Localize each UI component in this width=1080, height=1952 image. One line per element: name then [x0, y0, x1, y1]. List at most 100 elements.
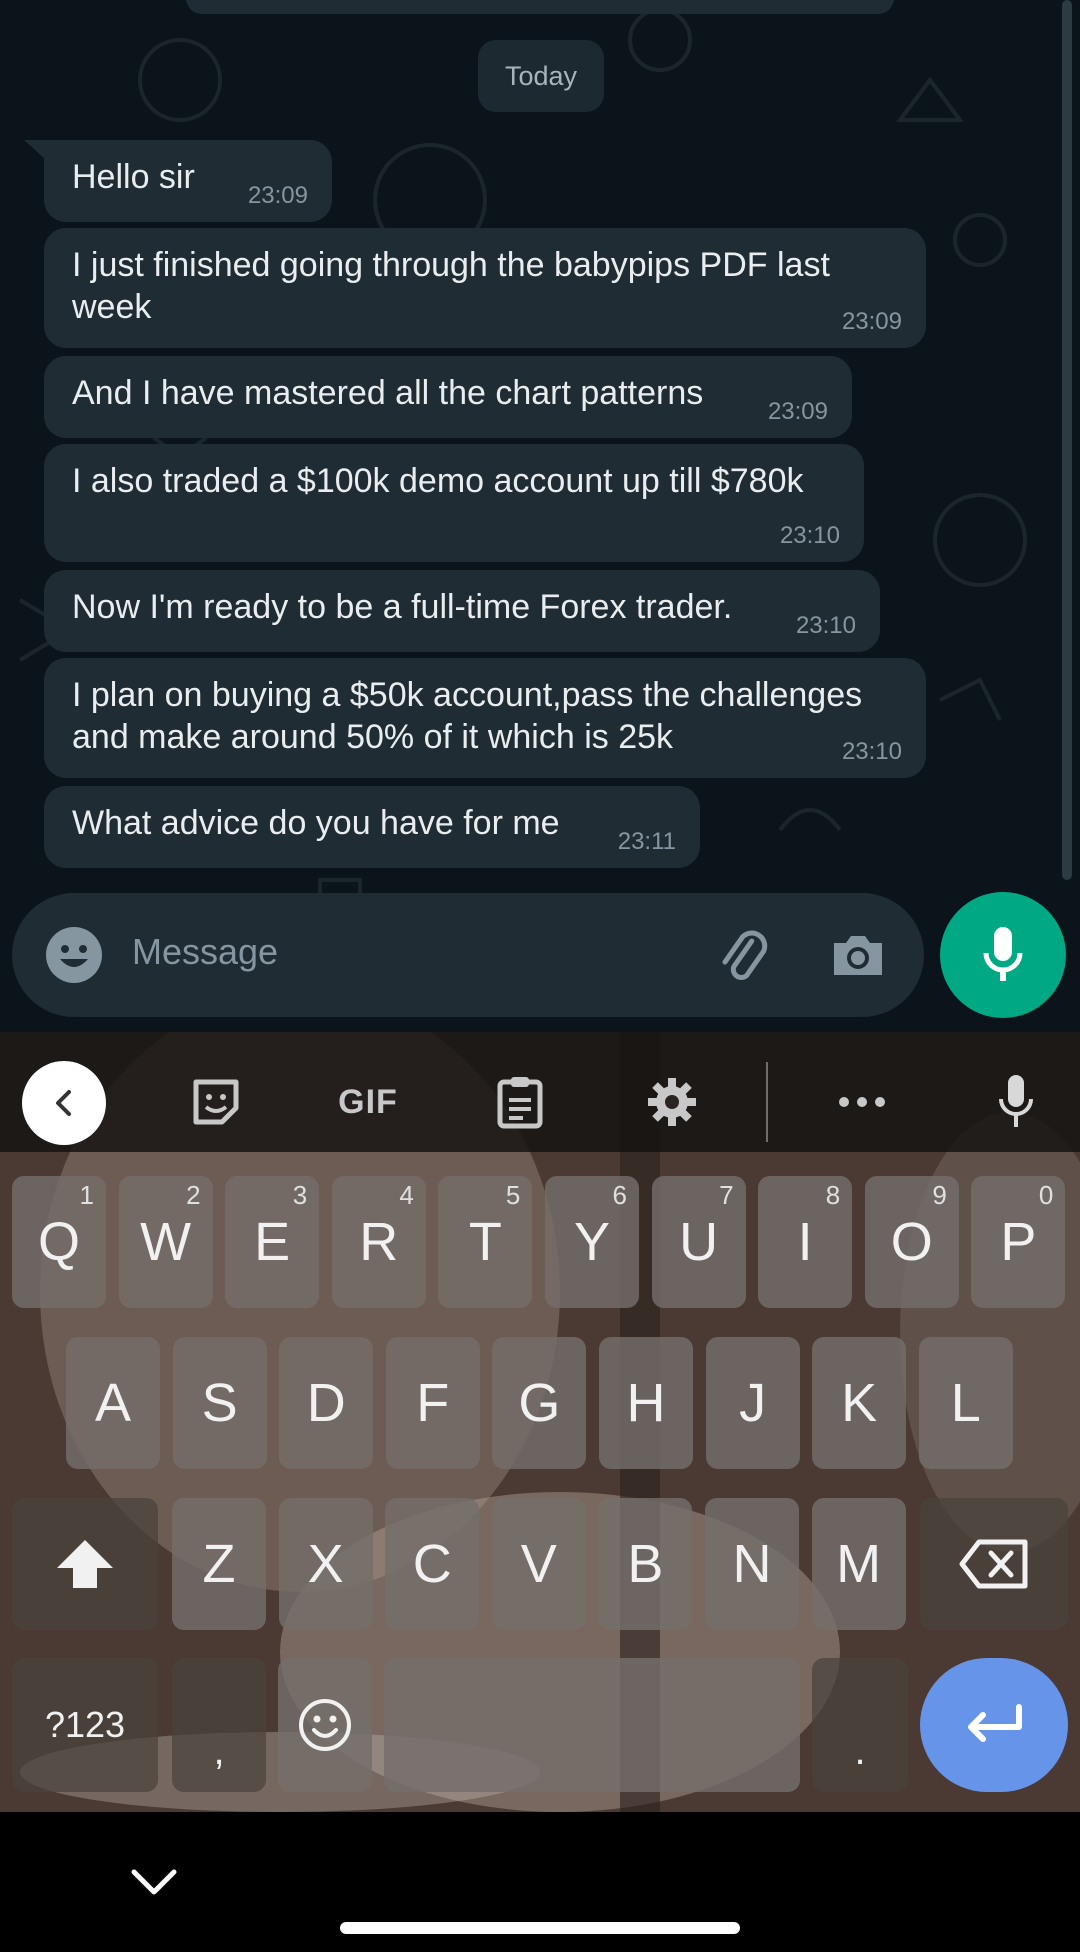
key-c[interactable]: C — [385, 1498, 480, 1630]
comma-key[interactable]: , — [172, 1658, 266, 1792]
smiley-icon[interactable] — [44, 925, 104, 985]
key-label: Y — [573, 1212, 611, 1272]
keyboard-toolbar: GIF — [0, 1032, 1080, 1152]
key-r[interactable]: R4 — [331, 1176, 426, 1308]
message-text: I also traded a $100k demo account up ti… — [72, 462, 804, 500]
clipboard-button[interactable] — [488, 1070, 552, 1134]
key-number-hint: 7 — [719, 1180, 734, 1210]
key-u[interactable]: U7 — [651, 1176, 746, 1308]
key-x[interactable]: X — [278, 1498, 373, 1630]
key-h[interactable]: H — [599, 1337, 693, 1469]
key-label: J — [739, 1373, 767, 1433]
backspace-icon — [959, 1539, 1028, 1589]
voice-typing-button[interactable] — [984, 1070, 1048, 1134]
key-b[interactable]: B — [598, 1498, 693, 1630]
key-number-hint: 8 — [825, 1180, 841, 1210]
key-a[interactable]: A — [66, 1337, 160, 1469]
message-input[interactable]: Message — [132, 931, 278, 973]
key-l[interactable]: L — [918, 1337, 1013, 1469]
shift-key[interactable] — [12, 1498, 158, 1630]
paperclip-icon[interactable] — [710, 923, 774, 987]
toolbar-divider — [766, 1062, 768, 1142]
shift-arrow-icon — [57, 1540, 113, 1588]
message-bubble[interactable]: I just finished going through the babypi… — [44, 228, 926, 348]
message-text: I plan on buying a $50k account,pass the… — [72, 676, 863, 756]
message-text: And I have mastered all the chart patter… — [72, 374, 704, 412]
key-label: U — [679, 1212, 719, 1272]
key-y[interactable]: Y6 — [545, 1176, 639, 1308]
message-time: 23:10 — [841, 738, 902, 765]
message-time: 23:11 — [617, 828, 676, 855]
key-m[interactable]: M — [811, 1498, 906, 1630]
key-label: A — [94, 1373, 132, 1433]
message-text: I just finished going through the babypi… — [72, 246, 830, 326]
message-bubble[interactable]: Now I'm ready to be a full-time Forex tr… — [44, 570, 880, 652]
key-w[interactable]: W2 — [118, 1176, 213, 1308]
key-label: E — [254, 1212, 291, 1272]
message-composer[interactable]: Message — [12, 893, 924, 1017]
key-label: W — [140, 1212, 192, 1272]
key-q[interactable]: Q1 — [12, 1176, 106, 1308]
message-bubble[interactable]: I plan on buying a $50k account,pass the… — [44, 658, 926, 778]
enter-key[interactable] — [920, 1658, 1068, 1792]
key-o[interactable]: O9 — [864, 1176, 959, 1308]
key-g[interactable]: G — [492, 1337, 587, 1469]
message-time: 23:09 — [247, 182, 308, 209]
message-time: 23:09 — [767, 398, 828, 425]
key-label: P — [1000, 1212, 1037, 1272]
sticker-icon — [193, 1079, 239, 1125]
key-label: G — [518, 1373, 561, 1433]
message-bubble[interactable]: I also traded a $100k demo account up ti… — [44, 444, 864, 562]
key-label: N — [732, 1534, 772, 1594]
message-time: 23:09 — [841, 308, 902, 335]
key-j[interactable]: J — [705, 1337, 800, 1469]
key-t[interactable]: T5 — [438, 1176, 533, 1308]
key-p[interactable]: P0 — [971, 1176, 1066, 1308]
key-k[interactable]: K — [812, 1337, 907, 1469]
key-number-hint: 2 — [186, 1180, 201, 1210]
home-gesture-bar[interactable] — [340, 1922, 740, 1934]
key-d[interactable]: D — [279, 1337, 374, 1469]
key-label: L — [950, 1373, 981, 1433]
camera-icon[interactable] — [828, 925, 888, 985]
key-n[interactable]: N — [705, 1498, 799, 1630]
symbols-key[interactable]: ?123 — [12, 1658, 158, 1792]
key-label: S — [201, 1373, 238, 1433]
period-key[interactable]: . — [812, 1658, 908, 1792]
chat-area: Today Hello sir 23:09 I just finished go… — [0, 0, 1080, 1032]
gif-button[interactable]: GIF — [330, 1070, 406, 1134]
key-number-hint: 5 — [505, 1180, 521, 1210]
message-time: 23:10 — [795, 612, 856, 639]
smiley-icon — [299, 1699, 351, 1751]
key-label: B — [627, 1534, 664, 1594]
settings-button[interactable] — [640, 1070, 704, 1134]
chevron-left-icon — [56, 1090, 71, 1116]
key-s[interactable]: S — [172, 1337, 267, 1469]
backspace-key[interactable] — [920, 1498, 1068, 1630]
gear-icon — [648, 1078, 696, 1126]
message-text: Now I'm ready to be a full-time Forex tr… — [72, 588, 733, 626]
toolbar-back-button[interactable] — [22, 1061, 106, 1145]
sticker-button[interactable] — [184, 1070, 248, 1134]
previous-message-bubble[interactable] — [186, 0, 894, 14]
key-label: M — [836, 1534, 882, 1594]
message-bubble[interactable]: And I have mastered all the chart patter… — [44, 356, 852, 438]
more-button[interactable] — [830, 1070, 894, 1134]
message-bubble[interactable]: What advice do you have for me 23:11 — [44, 786, 700, 868]
key-e[interactable]: E3 — [225, 1176, 320, 1308]
spacebar-key[interactable] — [384, 1658, 800, 1792]
emoji-key[interactable] — [278, 1658, 372, 1792]
key-f[interactable]: F — [385, 1337, 480, 1469]
key-z[interactable]: Z — [172, 1498, 266, 1630]
chat-scrollbar[interactable] — [1062, 0, 1072, 880]
key-label: R — [359, 1212, 399, 1272]
key-label: D — [306, 1373, 346, 1433]
chevron-down-icon[interactable] — [118, 1854, 190, 1910]
key-label: X — [307, 1534, 344, 1594]
voice-record-button[interactable] — [940, 892, 1066, 1018]
key-v[interactable]: V — [491, 1498, 586, 1630]
key-number-hint: 1 — [79, 1180, 94, 1210]
key-label: K — [841, 1373, 878, 1433]
key-i[interactable]: I8 — [758, 1176, 853, 1308]
message-bubble[interactable]: Hello sir 23:09 — [44, 140, 332, 222]
